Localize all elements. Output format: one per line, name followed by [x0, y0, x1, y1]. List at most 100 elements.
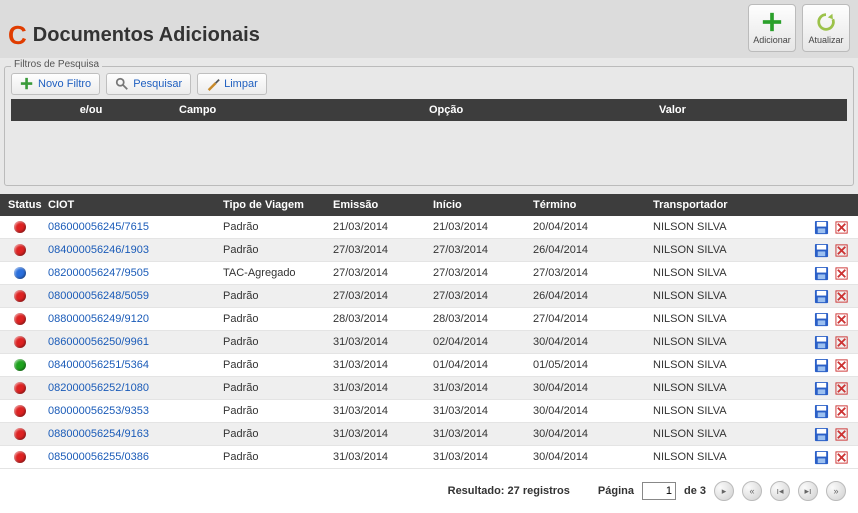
table-row: 082000056247/9505TAC-Agregado27/03/20142… — [0, 262, 858, 285]
cell-emissao: 31/03/2014 — [325, 359, 425, 371]
delete-icon[interactable] — [835, 404, 850, 419]
add-button[interactable]: Adicionar — [748, 4, 796, 52]
delete-icon[interactable] — [835, 358, 850, 373]
filter-col-campo: Campo — [171, 99, 421, 121]
cell-transportador: NILSON SILVA — [645, 359, 808, 371]
cell-tipo: Padrão — [215, 313, 325, 325]
save-icon[interactable] — [814, 312, 829, 327]
cell-inicio: 01/04/2014 — [425, 359, 525, 371]
cell-emissao: 27/03/2014 — [325, 267, 425, 279]
ciot-link[interactable]: 084000056251/5364 — [40, 359, 215, 371]
save-icon[interactable] — [814, 243, 829, 258]
pager-first[interactable]: « — [742, 481, 762, 501]
status-dot-icon — [14, 451, 26, 463]
cell-termino: 30/04/2014 — [525, 405, 645, 417]
status-dot-icon — [14, 290, 26, 302]
save-icon[interactable] — [814, 289, 829, 304]
table-row: 080000056248/5059Padrão27/03/201427/03/2… — [0, 285, 858, 308]
delete-icon[interactable] — [835, 312, 850, 327]
cell-transportador: NILSON SILVA — [645, 336, 808, 348]
cell-transportador: NILSON SILVA — [645, 451, 808, 463]
cell-termino: 30/04/2014 — [525, 336, 645, 348]
ciot-link[interactable]: 086000056250/9961 — [40, 336, 215, 348]
cell-emissao: 28/03/2014 — [325, 313, 425, 325]
clear-label: Limpar — [224, 78, 258, 90]
status-dot-icon — [14, 267, 26, 279]
delete-icon[interactable] — [835, 450, 850, 465]
pager-next[interactable]: ▸ — [714, 481, 734, 501]
cell-inicio: 31/03/2014 — [425, 405, 525, 417]
col-status: Status — [0, 194, 40, 216]
table-row: 080000056253/9353Padrão31/03/201431/03/2… — [0, 400, 858, 423]
result-text: Resultado: 27 registros — [448, 485, 570, 497]
table-row: 088000056254/9163Padrão31/03/201431/03/2… — [0, 423, 858, 446]
data-body: 086000056245/7615Padrão21/03/201421/03/2… — [0, 216, 858, 469]
col-termino: Término — [525, 194, 645, 216]
cell-tipo: Padrão — [215, 221, 325, 233]
pager-last[interactable]: » — [826, 481, 846, 501]
save-icon[interactable] — [814, 220, 829, 235]
refresh-button[interactable]: Atualizar — [802, 4, 850, 52]
table-row: 086000056250/9961Padrão31/03/201402/04/2… — [0, 331, 858, 354]
ciot-link[interactable]: 080000056253/9353 — [40, 405, 215, 417]
pager-prev-step[interactable]: ı◂ — [770, 481, 790, 501]
delete-icon[interactable] — [835, 427, 850, 442]
filters-legend: Filtros de Pesquisa — [11, 59, 102, 70]
cell-emissao: 31/03/2014 — [325, 382, 425, 394]
ciot-link[interactable]: 080000056248/5059 — [40, 290, 215, 302]
delete-icon[interactable] — [835, 381, 850, 396]
delete-icon[interactable] — [835, 266, 850, 281]
cell-termino: 01/05/2014 — [525, 359, 645, 371]
cell-emissao: 31/03/2014 — [325, 405, 425, 417]
table-row: 088000056249/9120Padrão28/03/201428/03/2… — [0, 308, 858, 331]
status-dot-icon — [14, 405, 26, 417]
pager-next-step[interactable]: ▸ı — [798, 481, 818, 501]
cell-emissao: 27/03/2014 — [325, 290, 425, 302]
col-emissao: Emissão — [325, 194, 425, 216]
clear-button[interactable]: Limpar — [197, 73, 267, 95]
cell-tipo: Padrão — [215, 428, 325, 440]
new-filter-button[interactable]: Novo Filtro — [11, 73, 100, 95]
filter-body-empty — [11, 121, 847, 179]
add-button-label: Adicionar — [753, 35, 791, 45]
save-icon[interactable] — [814, 404, 829, 419]
cell-tipo: Padrão — [215, 244, 325, 256]
save-icon[interactable] — [814, 450, 829, 465]
cell-tipo: Padrão — [215, 290, 325, 302]
delete-icon[interactable] — [835, 220, 850, 235]
delete-icon[interactable] — [835, 335, 850, 350]
ciot-link[interactable]: 088000056249/9120 — [40, 313, 215, 325]
ciot-link[interactable]: 082000056252/1080 — [40, 382, 215, 394]
page-input[interactable] — [642, 482, 676, 500]
save-icon[interactable] — [814, 335, 829, 350]
ciot-link[interactable]: 082000056247/9505 — [40, 267, 215, 279]
search-button[interactable]: Pesquisar — [106, 73, 191, 95]
ciot-link[interactable]: 088000056254/9163 — [40, 428, 215, 440]
data-header-row: Status CIOT Tipo de Viagem Emissão Iníci… — [0, 194, 858, 216]
filter-header-row: e/ou Campo Opção Valor — [11, 99, 847, 121]
cell-termino: 20/04/2014 — [525, 221, 645, 233]
delete-icon[interactable] — [835, 289, 850, 304]
plus-small-icon — [20, 77, 34, 91]
save-icon[interactable] — [814, 427, 829, 442]
cell-termino: 27/04/2014 — [525, 313, 645, 325]
save-icon[interactable] — [814, 381, 829, 396]
cell-tipo: Padrão — [215, 336, 325, 348]
save-icon[interactable] — [814, 358, 829, 373]
page-label: Página — [598, 485, 634, 497]
ciot-link[interactable]: 086000056245/7615 — [40, 221, 215, 233]
delete-icon[interactable] — [835, 243, 850, 258]
cell-tipo: Padrão — [215, 451, 325, 463]
ciot-link[interactable]: 084000056246/1903 — [40, 244, 215, 256]
broom-icon — [206, 77, 220, 91]
cell-emissao: 21/03/2014 — [325, 221, 425, 233]
save-icon[interactable] — [814, 266, 829, 281]
filter-col-opcao: Opção — [421, 99, 651, 121]
page-of: de 3 — [684, 485, 706, 497]
status-dot-icon — [14, 382, 26, 394]
ciot-link[interactable]: 085000056255/0386 — [40, 451, 215, 463]
new-filter-label: Novo Filtro — [38, 78, 91, 90]
cell-emissao: 31/03/2014 — [325, 451, 425, 463]
cell-termino: 30/04/2014 — [525, 451, 645, 463]
status-dot-icon — [14, 221, 26, 233]
